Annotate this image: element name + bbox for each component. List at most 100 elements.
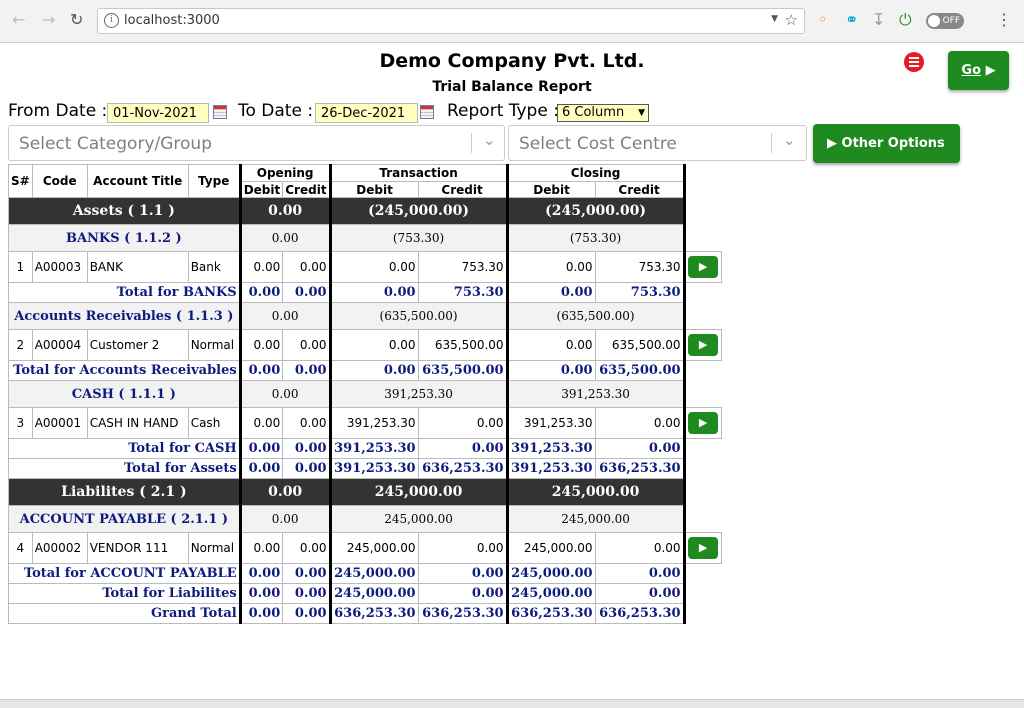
select-separator: [471, 133, 472, 153]
reload-icon[interactable]: ↻: [70, 10, 83, 29]
closing-debit: 245,000.00: [506, 532, 596, 564]
play-icon: ▶: [698, 338, 708, 351]
opening-debit: 0.00: [238, 360, 284, 381]
col-type: Type: [187, 164, 241, 198]
account-type: Normal: [187, 532, 241, 564]
go-button-label: Go: [961, 63, 982, 78]
go-button[interactable]: Go ▶: [948, 51, 1009, 90]
closing-credit: 0.00: [594, 438, 686, 459]
opening-debit: 0.00: [238, 282, 284, 303]
extension-toggle[interactable]: OFF: [926, 13, 964, 29]
from-date-label: From Date :: [8, 101, 108, 121]
ledger-action-cell: ▶: [683, 329, 722, 361]
group-transaction: (635,500.00): [329, 302, 509, 330]
power-extension-icon[interactable]: ⏻: [899, 10, 912, 30]
closing-debit: 636,253.30: [506, 603, 596, 624]
total-row: Total for Assets 0.00 0.00 391,253.30 636,25…: [8, 458, 722, 479]
total-row: Total for ACCOUNT PAYABLE 0.00 0.00 245,000…: [8, 563, 722, 584]
opening-debit: 0.00: [238, 329, 284, 361]
calendar-icon[interactable]: [420, 105, 434, 119]
play-icon: ▶: [698, 416, 708, 429]
closing-credit: 753.30: [594, 282, 686, 303]
report-type-label: Report Type :: [447, 101, 559, 121]
row-spacer: [684, 604, 721, 624]
opening-debit: 0.00: [238, 532, 284, 564]
company-name: Demo Company Pvt. Ltd.: [379, 50, 645, 72]
col-closing-debit: Debit: [506, 181, 596, 198]
opening-debit: 0.00: [238, 563, 284, 584]
closing-credit: 0.00: [594, 407, 686, 439]
group-row: ACCOUNT PAYABLE ( 2.1.1 ) 0.00 245,000.00 2…: [8, 505, 722, 533]
opening-credit: 0.00: [282, 360, 332, 381]
play-icon: ▶: [698, 541, 708, 554]
col-transaction-credit: Credit: [417, 181, 509, 198]
closing-debit: 391,253.30: [506, 438, 596, 459]
row-spacer: [684, 283, 721, 303]
play-icon: ▶: [827, 136, 837, 151]
category-group-select[interactable]: Select Category/Group ⌄: [8, 125, 505, 161]
extension-c-icon[interactable]: ◦: [818, 10, 827, 29]
chevron-down-icon[interactable]: ⌄: [783, 131, 796, 149]
total-label: Total for Liabilites: [8, 583, 241, 604]
account-code: A00004: [31, 329, 88, 361]
browser-menu-icon[interactable]: ⋮: [996, 10, 1012, 29]
group-name: BANKS ( 1.1.2 ): [8, 224, 241, 252]
group-opening: 0.00: [238, 505, 332, 533]
address-bar[interactable]: i localhost:3000 ▼ ☆: [97, 8, 805, 34]
select-separator: [771, 133, 772, 153]
hamburger-menu-icon[interactable]: [904, 52, 924, 72]
closing-debit: 0.00: [506, 360, 596, 381]
account-code: A00002: [31, 532, 88, 564]
transaction-credit: 635,500.00: [417, 329, 509, 361]
row-spacer: [684, 361, 721, 381]
transaction-credit: 0.00: [417, 438, 509, 459]
section-row: Liabilites ( 2.1 ) 0.00 245,000.00 245,000.…: [8, 478, 722, 506]
col-code: Code: [31, 164, 88, 198]
dropdown-icon[interactable]: ▼: [771, 14, 778, 24]
closing-credit: 753.30: [594, 251, 686, 283]
report-type-select[interactable]: 6 Column ▼: [557, 104, 649, 122]
account-title: VENDOR 111: [86, 532, 189, 564]
col-transaction: Transaction: [329, 164, 509, 182]
forward-arrow-icon[interactable]: →: [42, 10, 55, 29]
group-opening: 0.00: [238, 380, 332, 408]
bookmark-star-icon[interactable]: ☆: [785, 11, 798, 29]
calendar-icon[interactable]: [213, 105, 227, 119]
chevron-down-icon[interactable]: ⌄: [483, 131, 496, 149]
report-title: Trial Balance Report: [432, 79, 592, 95]
back-arrow-icon[interactable]: ←: [12, 10, 25, 29]
headset-extension-icon[interactable]: ⚭: [845, 10, 858, 29]
group-transaction: 391,253.30: [329, 380, 509, 408]
info-icon[interactable]: i: [104, 13, 119, 28]
closing-debit: 245,000.00: [506, 563, 596, 584]
opening-debit: 0.00: [238, 438, 284, 459]
open-ledger-button[interactable]: ▶: [688, 334, 719, 356]
cost-centre-select[interactable]: Select Cost Centre ⌄: [508, 125, 807, 161]
transaction-credit: 753.30: [417, 251, 509, 283]
opening-debit: 0.00: [238, 583, 284, 604]
open-ledger-button[interactable]: ▶: [688, 412, 719, 434]
open-ledger-button[interactable]: ▶: [688, 256, 719, 278]
col-sno: S#: [8, 164, 33, 198]
other-options-button[interactable]: ▶ Other Options: [813, 124, 960, 163]
section-closing: 245,000.00: [506, 478, 686, 506]
row-spacer: [684, 564, 721, 584]
row-spacer: [684, 197, 722, 225]
opening-debit: 0.00: [238, 251, 284, 283]
closing-credit: 0.00: [594, 563, 686, 584]
transaction-credit: 0.00: [417, 563, 509, 584]
opening-credit: 0.00: [282, 458, 332, 479]
opening-credit: 0.00: [282, 563, 332, 584]
account-title: CASH IN HAND: [86, 407, 189, 439]
to-date-input[interactable]: 26-Dec-2021: [315, 103, 418, 123]
total-label: Total for BANKS: [8, 282, 241, 303]
account-type: Bank: [187, 251, 241, 283]
download-extension-icon[interactable]: ↧: [872, 10, 885, 29]
group-row: Accounts Receivables ( 1.1.3 ) 0.00 (635,5…: [8, 302, 722, 330]
closing-credit: 0.00: [594, 532, 686, 564]
browser-toolbar: ← → ↻ i localhost:3000 ▼ ☆ ◦ ⚭ ↧ ⏻ OFF ⋮: [0, 0, 1024, 43]
account-row: 1 A00003 BANK Bank 0.00 0.00 0.00 753.30 0.00 753…: [8, 251, 722, 283]
closing-debit: 391,253.30: [506, 407, 596, 439]
from-date-input[interactable]: 01-Nov-2021: [107, 103, 209, 123]
open-ledger-button[interactable]: ▶: [688, 537, 719, 559]
